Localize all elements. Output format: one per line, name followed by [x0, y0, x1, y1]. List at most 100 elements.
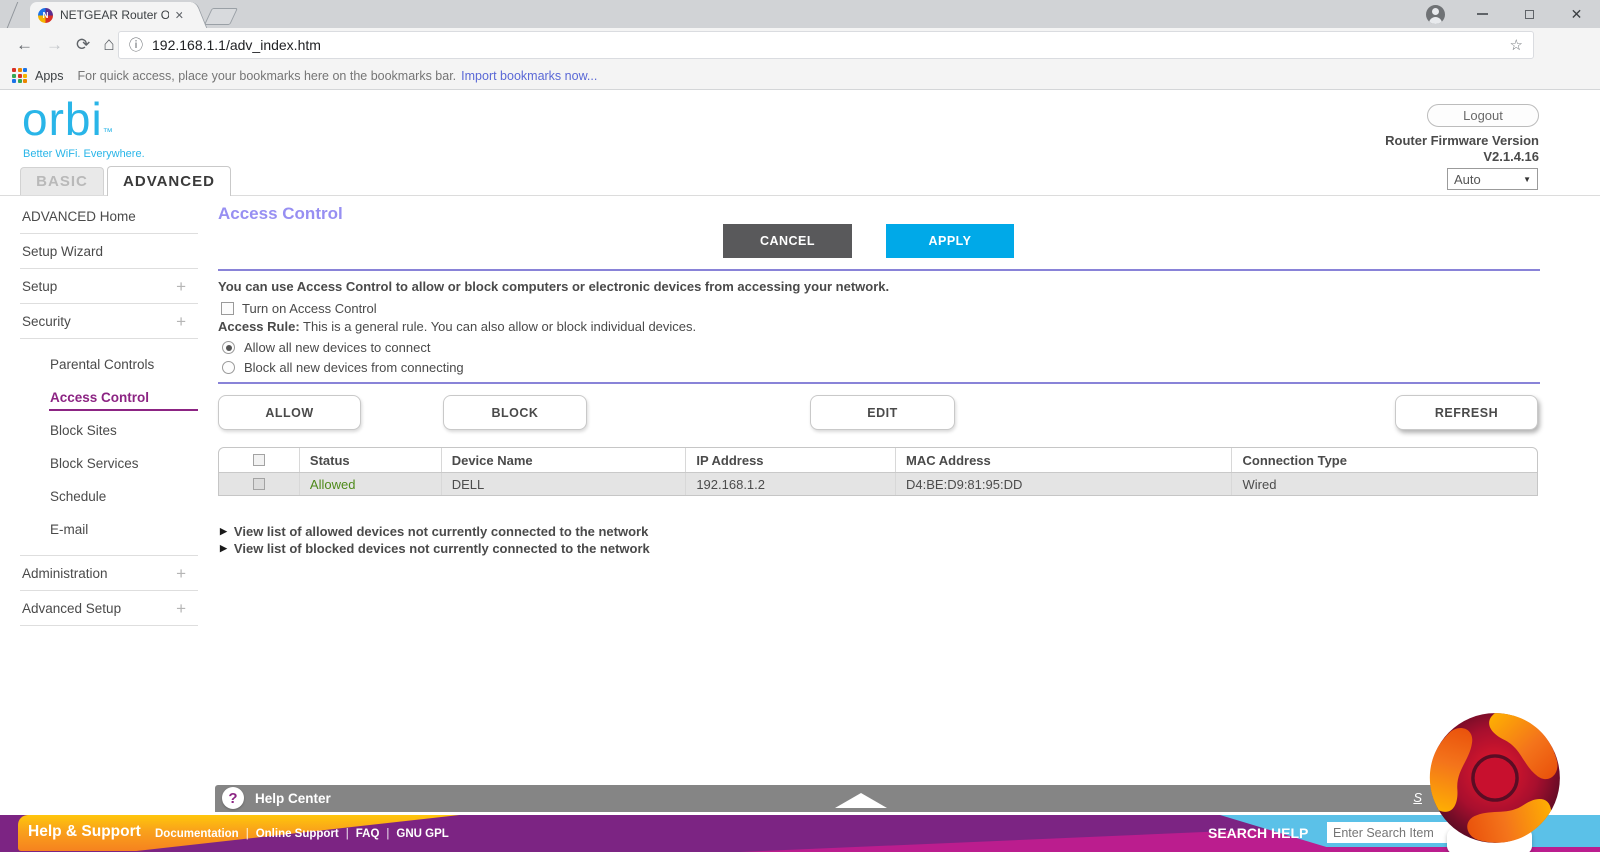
sidebar-item-email[interactable]: E-mail: [20, 512, 198, 545]
back-button[interactable]: ←: [16, 35, 33, 55]
minimize-icon: [1477, 13, 1488, 15]
apply-button[interactable]: APPLY: [886, 224, 1014, 258]
url-bar[interactable]: ⓘ 192.168.1.1/adv_index.htm ☆: [118, 31, 1534, 59]
sidebar-item-label: E-mail: [50, 522, 89, 537]
tab-advanced[interactable]: ADVANCED: [107, 166, 231, 196]
turn-on-access-control-checkbox[interactable]: [221, 302, 234, 315]
sidebar-item-security[interactable]: Security +: [20, 304, 198, 339]
page-title: Access Control: [218, 204, 343, 223]
profile-button[interactable]: [1412, 0, 1459, 28]
sidebar-item-label: Security: [22, 314, 71, 329]
view-allowed-devices-label: View list of allowed devices not current…: [233, 524, 649, 539]
table-row[interactable]: Allowed DELL 192.168.1.2 D4:BE:D9:81:95:…: [219, 472, 1537, 495]
view-allowed-devices-link[interactable]: ▶ View list of allowed devices not curre…: [220, 524, 648, 539]
search-help-label: SEARCH HELP: [1208, 825, 1309, 841]
column-header-device-name: Device Name: [440, 448, 686, 472]
sidebar-nav: ADVANCED Home Setup Wizard Setup + Securi…: [0, 199, 198, 626]
watermark-orb-logo: [1429, 713, 1560, 843]
help-center-label: Help Center: [255, 791, 331, 806]
orbi-logo: orbi™: [22, 93, 114, 145]
online-support-link[interactable]: Online Support: [256, 828, 339, 840]
forward-button[interactable]: →: [46, 35, 63, 55]
access-rule-text: Access Rule: This is a general rule. You…: [218, 319, 696, 334]
sidebar-item-advanced-home[interactable]: ADVANCED Home: [20, 199, 198, 234]
close-icon: ✕: [1570, 5, 1583, 22]
sidebar-item-label: Access Control: [50, 390, 150, 405]
new-tab-button[interactable]: [204, 8, 238, 25]
allow-new-devices-radio[interactable]: [222, 341, 235, 354]
language-select-value: Auto: [1454, 171, 1481, 187]
expand-plus-icon[interactable]: +: [176, 277, 186, 297]
row-select-checkbox[interactable]: [252, 478, 265, 490]
expand-plus-icon[interactable]: +: [176, 599, 186, 619]
sidebar-item-label: Administration: [22, 566, 108, 581]
edit-button[interactable]: EDIT: [810, 395, 955, 430]
security-submenu: Parental Controls Access Control Block S…: [20, 339, 198, 555]
access-control-description: You can use Access Control to allow or b…: [218, 279, 890, 294]
cell-device-name: DELL: [440, 473, 686, 495]
browser-tab-strip: N NETGEAR Router Orbi ✕ ✕: [0, 0, 1600, 28]
apps-grid-icon[interactable]: [12, 68, 27, 83]
block-button[interactable]: BLOCK: [443, 395, 587, 430]
restore-button[interactable]: [1506, 0, 1553, 28]
block-new-devices-radio[interactable]: [222, 361, 235, 374]
help-center-bar[interactable]: ? Help Center S: [215, 785, 1540, 812]
reload-button[interactable]: ⟳: [76, 35, 90, 55]
section-divider: [218, 269, 1540, 271]
cell-mac-address: D4:BE:D9:81:95:DD: [895, 473, 1231, 495]
faq-link[interactable]: FAQ: [356, 828, 380, 840]
select-all-checkbox[interactable]: [252, 454, 265, 466]
column-header-connection-type: Connection Type: [1231, 448, 1537, 472]
sidebar-item-parental-controls[interactable]: Parental Controls: [20, 347, 198, 380]
minimize-button[interactable]: [1459, 0, 1506, 28]
refresh-button[interactable]: REFRESH: [1395, 395, 1538, 430]
sidebar-item-setup[interactable]: Setup +: [20, 269, 198, 304]
expand-up-arrow-icon[interactable]: [835, 793, 887, 808]
turn-on-access-control-label: Turn on Access Control: [242, 301, 377, 316]
bookmarks-bar: Apps For quick access, place your bookma…: [0, 62, 1600, 90]
column-header-mac-address: MAC Address: [895, 448, 1231, 472]
language-select[interactable]: Auto ▼: [1447, 168, 1538, 190]
sidebar-item-administration[interactable]: Administration +: [20, 555, 198, 591]
sidebar-item-block-sites[interactable]: Block Sites: [20, 413, 198, 446]
url-text[interactable]: 192.168.1.1/adv_index.htm: [152, 37, 1510, 53]
tab-close-icon[interactable]: ✕: [175, 9, 184, 22]
allow-button[interactable]: ALLOW: [218, 395, 361, 430]
home-button[interactable]: ⌂: [103, 34, 114, 56]
firmware-version-value: V2.1.4.16: [1483, 149, 1539, 164]
netgear-favicon-icon: N: [38, 7, 53, 23]
profile-icon: [1426, 4, 1445, 24]
browser-tab[interactable]: N NETGEAR Router Orbi ✕: [30, 2, 192, 28]
logout-button[interactable]: Logout: [1427, 104, 1539, 127]
sidebar-item-access-control[interactable]: Access Control: [20, 380, 198, 413]
sidebar-item-label: Setup: [22, 279, 58, 294]
close-button[interactable]: ✕: [1553, 0, 1600, 28]
view-blocked-devices-link[interactable]: ▶ View list of blocked devices not curre…: [220, 541, 650, 556]
gnu-gpl-link[interactable]: GNU GPL: [396, 828, 448, 840]
table-header-row: Status Device Name IP Address MAC Addres…: [219, 448, 1537, 472]
link-separator: |: [245, 828, 249, 840]
firmware-version-label: Router Firmware Version: [1385, 133, 1539, 148]
sidebar-item-block-services[interactable]: Block Services: [20, 446, 198, 479]
allow-new-devices-label: Allow all new devices to connect: [244, 340, 431, 355]
bookmark-star-icon[interactable]: ☆: [1510, 36, 1523, 54]
cell-connection-type: Wired: [1231, 473, 1537, 495]
sidebar-item-setup-wizard[interactable]: Setup Wizard: [20, 234, 198, 269]
page-info-icon[interactable]: ⓘ: [129, 35, 143, 55]
expand-plus-icon[interactable]: +: [176, 564, 186, 584]
help-and-support-title: Help & Support: [28, 823, 141, 840]
import-bookmarks-link[interactable]: Import bookmarks now...: [461, 69, 597, 83]
show-help-link[interactable]: S: [1413, 790, 1422, 805]
apps-label[interactable]: Apps: [35, 69, 64, 83]
sidebar-item-advanced-setup[interactable]: Advanced Setup +: [20, 591, 198, 626]
sidebar-item-label: Block Services: [50, 456, 139, 471]
documentation-link[interactable]: Documentation: [155, 828, 239, 840]
orbi-tagline: Better WiFi. Everywhere.: [23, 148, 145, 160]
triangle-right-icon: ▶: [220, 543, 227, 553]
expand-plus-icon[interactable]: +: [176, 312, 186, 332]
tab-basic[interactable]: BASIC: [20, 167, 104, 195]
sidebar-item-label: Advanced Setup: [22, 601, 122, 616]
sidebar-item-schedule[interactable]: Schedule: [20, 479, 198, 512]
link-separator: |: [386, 828, 390, 840]
cancel-button[interactable]: CANCEL: [723, 224, 852, 258]
